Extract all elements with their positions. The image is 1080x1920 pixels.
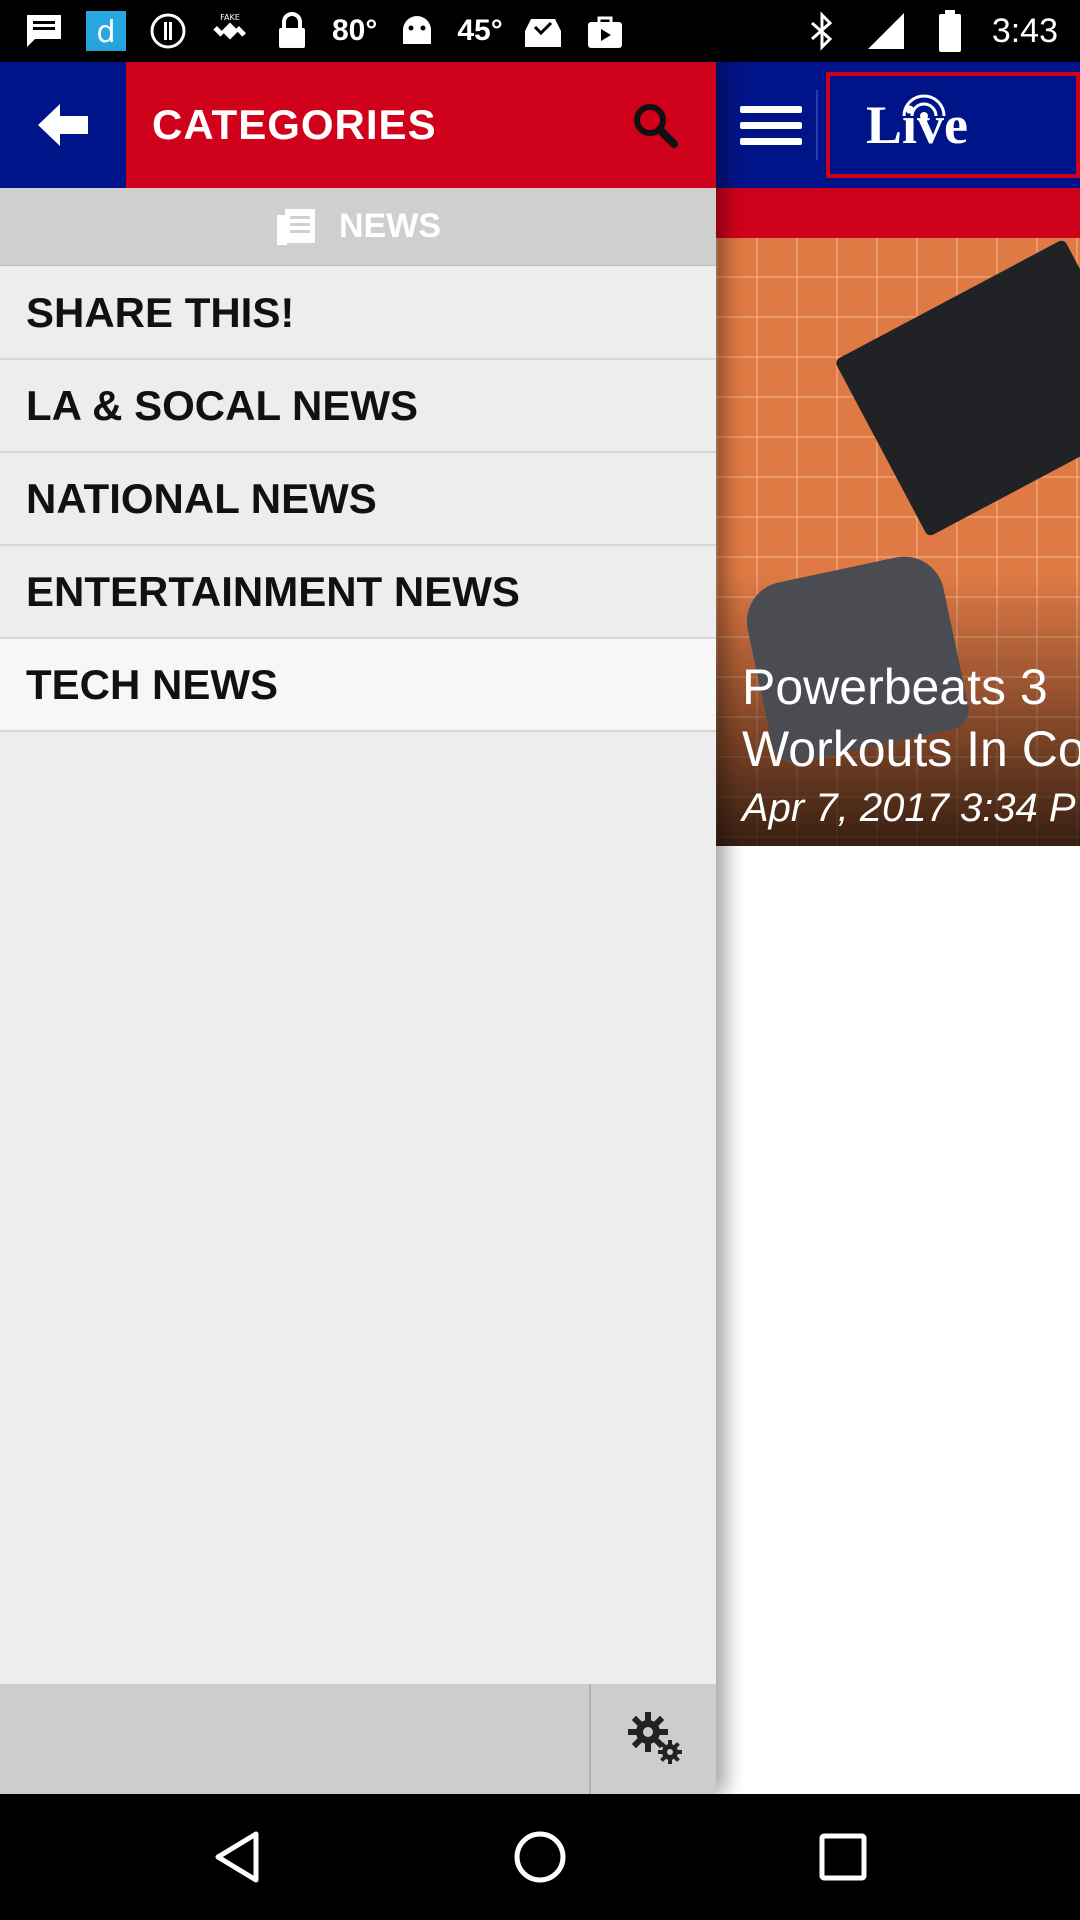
article-date: Apr 7, 2017 3:34 P	[742, 786, 1076, 830]
section-header-news[interactable]: NEWS	[0, 188, 716, 266]
bluetooth-icon	[800, 9, 844, 53]
background-red-bar	[716, 188, 1080, 238]
live-button[interactable]: Live	[826, 72, 1080, 178]
back-button[interactable]	[0, 62, 126, 188]
gears-icon	[628, 1712, 682, 1764]
system-nav-bar	[0, 1794, 1080, 1920]
drawer-header: CATEGORIES	[0, 62, 716, 188]
category-tech-news[interactable]: TECH NEWS	[0, 639, 716, 732]
triangle-back-icon	[215, 1831, 259, 1883]
broadcast-icon	[902, 94, 946, 120]
status-bar: d FAKE 80° 45° 3:43	[0, 0, 1080, 62]
search-button[interactable]	[620, 90, 690, 160]
lock-icon	[270, 9, 314, 53]
footer-divider	[589, 1684, 591, 1794]
svg-text:d: d	[96, 15, 115, 50]
android-icon	[395, 9, 439, 53]
category-entertainment-news[interactable]: ENTERTAINMENT NEWS	[0, 546, 716, 639]
signal-icon	[864, 9, 908, 53]
drawer-footer	[0, 1684, 716, 1794]
battery-icon	[928, 9, 972, 53]
info-icon	[146, 9, 190, 53]
category-list: SHARE THIS! LA & SOCAL NEWS NATIONAL NEW…	[0, 267, 716, 732]
app-d-icon: d	[84, 9, 128, 53]
square-recents-icon	[819, 1833, 867, 1881]
circle-home-icon	[514, 1831, 566, 1883]
arrow-left-icon	[38, 104, 88, 146]
search-icon	[634, 104, 678, 148]
categories-drawer: CATEGORIES NEWS SHARE THIS! LA & SOCAL N…	[0, 62, 716, 1794]
message-icon	[22, 9, 66, 53]
background-header: Live	[716, 62, 1080, 188]
article-photo-product-box	[834, 238, 1080, 538]
drawer-title: CATEGORIES	[152, 101, 437, 148]
nav-recents-button[interactable]	[808, 1822, 878, 1892]
nav-home-button[interactable]	[505, 1822, 575, 1892]
article-card[interactable]: Powerbeats 3 Workouts In Co Apr 7, 2017 …	[716, 238, 1080, 846]
clock: 3:43	[991, 11, 1058, 50]
temperature-1: 80°	[332, 14, 378, 47]
section-label: NEWS	[339, 207, 441, 245]
shopping-bag-icon	[583, 9, 627, 53]
article-title: Powerbeats 3 Workouts In Co	[742, 659, 1080, 777]
category-national-news[interactable]: NATIONAL NEWS	[0, 453, 716, 546]
newspaper-icon	[277, 208, 315, 245]
category-la-socal-news[interactable]: LA & SOCAL NEWS	[0, 360, 716, 453]
background-app: Live Powerbeats 3 Workouts In Co Apr 7, …	[716, 62, 1080, 1794]
category-share-this[interactable]: SHARE THIS!	[0, 267, 716, 360]
nav-back-button[interactable]	[202, 1822, 272, 1892]
settings-button[interactable]	[616, 1702, 696, 1776]
temperature-2: 45°	[457, 14, 503, 47]
inbox-check-icon	[521, 9, 565, 53]
svg-text:FAKE: FAKE	[220, 13, 240, 22]
fake-gps-icon: FAKE	[208, 9, 252, 53]
hamburger-menu-icon[interactable]	[726, 90, 818, 160]
